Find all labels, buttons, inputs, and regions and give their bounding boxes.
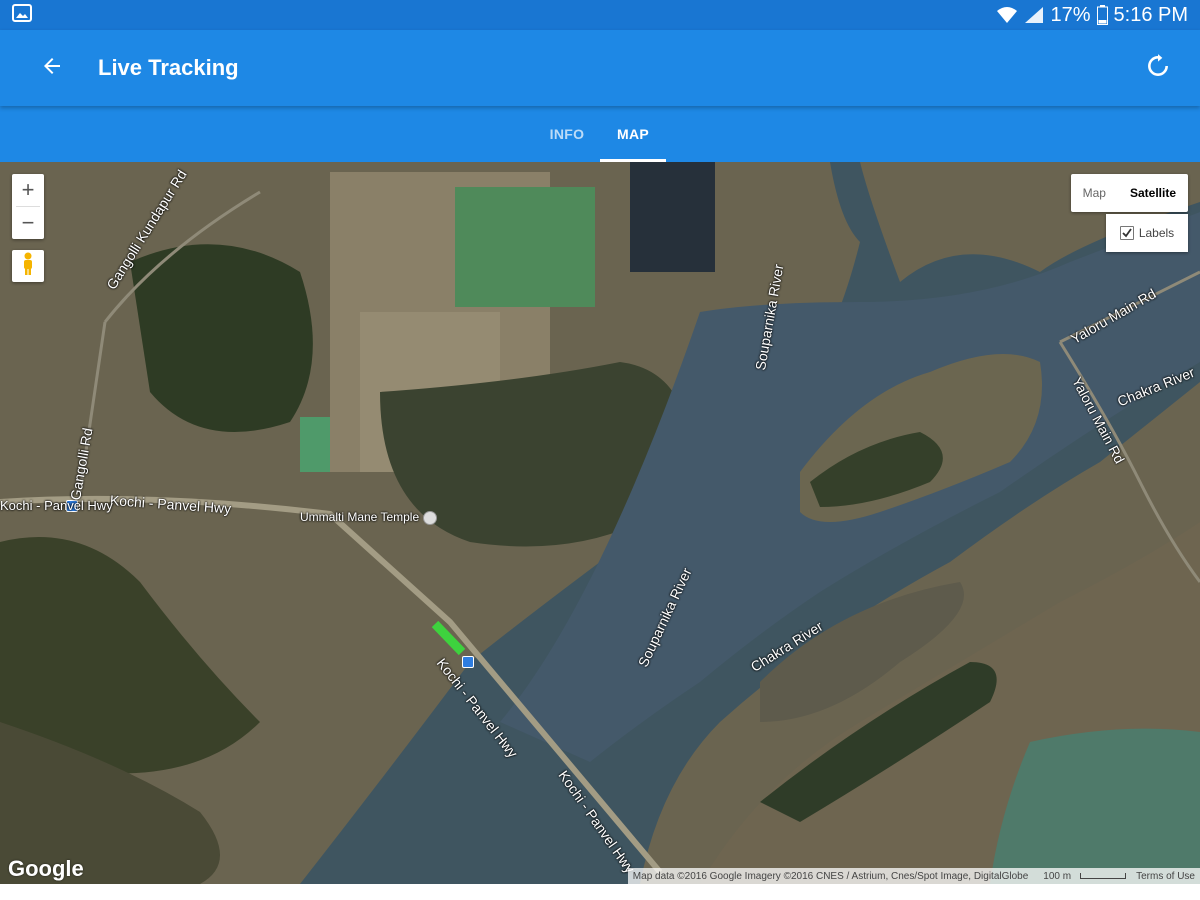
- wifi-icon: [996, 6, 1018, 24]
- tab-info[interactable]: INFO: [534, 106, 600, 162]
- map-label-poi: Ummalti Mane Temple: [300, 510, 438, 525]
- battery-percent: 17%: [1050, 3, 1091, 26]
- pegman-icon: [21, 252, 35, 281]
- street-view-button[interactable]: [12, 250, 44, 282]
- scale-label: 100 m: [1043, 870, 1072, 882]
- app-bar: Live Tracking: [0, 30, 1200, 106]
- checkmark-icon: [1122, 228, 1132, 238]
- scale-bar: [1080, 872, 1127, 879]
- vehicle-marker-icon[interactable]: [462, 656, 474, 668]
- poi-temple-name: Ummalti Mane Temple: [300, 510, 420, 524]
- labels-toggle[interactable]: Labels: [1106, 214, 1188, 252]
- tab-bar: INFO MAP: [0, 106, 1200, 162]
- map-attribution: Map data ©2016 Google Imagery ©2016 CNES…: [627, 868, 1200, 884]
- tab-info-label: INFO: [549, 126, 585, 142]
- attribution-text: Map data ©2016 Google Imagery ©2016 CNES…: [632, 870, 1029, 882]
- map-type-satellite-button[interactable]: Satellite: [1118, 174, 1188, 212]
- zoom-in-button[interactable]: +: [12, 174, 44, 206]
- signal-icon: [1024, 6, 1044, 24]
- tab-map-label: MAP: [616, 126, 649, 142]
- zoom-out-button[interactable]: −: [12, 207, 44, 239]
- gallery-notification-icon: [12, 3, 32, 27]
- labels-toggle-label: Labels: [1138, 226, 1175, 240]
- refresh-button[interactable]: [1136, 46, 1180, 90]
- temple-icon: [423, 510, 438, 525]
- arrow-left-icon: [40, 54, 64, 83]
- labels-checkbox[interactable]: [1119, 226, 1134, 240]
- map-label-road: Kochi - Panvel Hwy: [0, 498, 113, 513]
- scale-indicator: 100 m: [1033, 871, 1131, 882]
- status-right: 17% 5:16 PM: [996, 4, 1188, 27]
- tab-map[interactable]: MAP: [600, 106, 666, 162]
- map-type-map-button[interactable]: Map: [1071, 174, 1118, 212]
- status-left: [12, 3, 32, 27]
- zoom-control: + −: [12, 174, 44, 239]
- page-title: Live Tracking: [98, 55, 239, 80]
- map-view[interactable]: Gangolli Kundapur Rd Kochi - Panvel Hwy …: [0, 162, 1200, 884]
- back-button[interactable]: [30, 46, 74, 90]
- satellite-imagery: [0, 162, 1200, 884]
- google-logo: Google: [8, 856, 84, 881]
- battery-icon: [1096, 5, 1108, 25]
- terms-link[interactable]: Terms of Use: [1131, 871, 1200, 882]
- status-bar: 17% 5:16 PM: [0, 0, 1200, 30]
- refresh-icon: [1145, 53, 1171, 84]
- clock: 5:16 PM: [1113, 3, 1188, 26]
- map-type-control: Map Satellite: [1070, 174, 1188, 212]
